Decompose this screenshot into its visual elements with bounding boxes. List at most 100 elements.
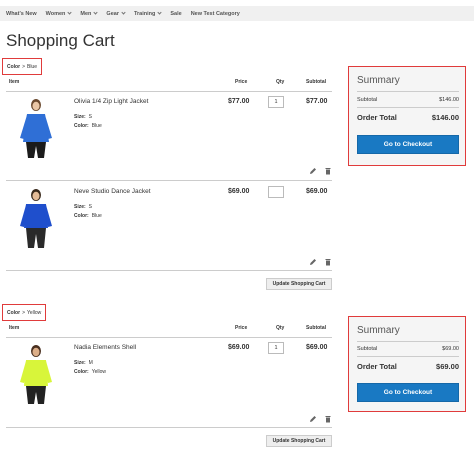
cart-item-row: Neve Studio Dance Jacket Size: S Color: Bl… bbox=[6, 184, 332, 268]
divider bbox=[357, 341, 459, 342]
column-subtotal: Subtotal bbox=[306, 325, 326, 331]
column-qty: Qty bbox=[276, 79, 285, 85]
quantity-input[interactable]: 1 bbox=[268, 342, 284, 354]
pencil-icon[interactable] bbox=[309, 415, 317, 423]
cart-item-row: Olivia 1/4 Zip Light Jacket Size: S Color… bbox=[6, 94, 332, 176]
option-label: Color: bbox=[74, 123, 89, 129]
nav-item-label: What's New bbox=[6, 10, 37, 17]
product-option-size: Size: S bbox=[74, 114, 92, 120]
nav-item-gear[interactable]: Gear bbox=[106, 10, 126, 17]
item-price: $69.00 bbox=[228, 344, 250, 351]
nav-item-label: Training bbox=[133, 10, 156, 17]
divider bbox=[6, 337, 332, 338]
nav-item-label: Men bbox=[80, 10, 92, 17]
product-name-link[interactable]: Neve Studio Dance Jacket bbox=[74, 188, 151, 195]
nav-item-label: Gear bbox=[106, 10, 119, 17]
order-total-value: $69.00 bbox=[436, 362, 459, 371]
item-price: $69.00 bbox=[228, 188, 250, 195]
column-item: Item bbox=[9, 325, 20, 331]
cart-table-header: Item Price Qty Subtotal bbox=[6, 76, 332, 88]
divider bbox=[6, 91, 332, 92]
group-filter-label: Color > Yellow bbox=[2, 304, 47, 321]
item-subtotal: $77.00 bbox=[306, 98, 328, 105]
nav-item-whats-new[interactable]: What's New bbox=[6, 11, 37, 17]
trash-icon[interactable] bbox=[324, 258, 332, 266]
item-price: $77.00 bbox=[228, 98, 250, 105]
divider bbox=[357, 91, 459, 92]
divider bbox=[6, 427, 332, 428]
column-subtotal: Subtotal bbox=[306, 79, 326, 85]
nav-item-label: Sale bbox=[170, 10, 182, 17]
summary-title: Summary bbox=[357, 325, 400, 336]
quantity-input[interactable]: 1 bbox=[268, 96, 284, 108]
order-total-label: Order Total bbox=[357, 113, 397, 122]
product-option-color: Color: Yellow bbox=[74, 369, 106, 375]
go-to-checkout-button[interactable]: Go to Checkout bbox=[357, 135, 459, 154]
option-label: Color: bbox=[74, 213, 89, 219]
product-image[interactable] bbox=[14, 188, 58, 250]
divider bbox=[6, 180, 332, 181]
option-label: Size: bbox=[74, 204, 86, 210]
order-total-label: Order Total bbox=[357, 362, 397, 371]
column-price: Price bbox=[235, 79, 248, 85]
nav-item-new-test-category[interactable]: New Test Category bbox=[191, 11, 240, 17]
option-value: Blue bbox=[91, 123, 102, 129]
order-summary: Summary Subtotal $146.00 Order Total $14… bbox=[348, 66, 466, 166]
trash-icon[interactable] bbox=[324, 415, 332, 423]
option-label: Size: bbox=[74, 360, 86, 366]
option-value: S bbox=[88, 204, 93, 210]
filter-value: Yellow bbox=[26, 309, 42, 316]
item-subtotal: $69.00 bbox=[306, 188, 328, 195]
top-nav: What's New Women Men Gear Training Sale … bbox=[0, 6, 474, 21]
order-total-value: $146.00 bbox=[431, 113, 459, 122]
product-option-color: Color: Blue bbox=[74, 213, 102, 219]
product-image[interactable] bbox=[14, 344, 58, 406]
pencil-icon[interactable] bbox=[309, 258, 317, 266]
chevron-down-icon bbox=[121, 10, 126, 15]
option-value: S bbox=[88, 114, 93, 120]
option-label: Color: bbox=[74, 369, 89, 375]
nav-item-sale[interactable]: Sale bbox=[170, 11, 181, 17]
update-shopping-cart-button[interactable]: Update Shopping Cart bbox=[266, 278, 332, 290]
chevron-down-icon bbox=[67, 10, 73, 15]
cart-table-header: Item Price Qty Subtotal bbox=[6, 322, 332, 334]
divider bbox=[357, 356, 459, 357]
subtotal-value: $69.00 bbox=[442, 346, 459, 352]
product-name-link[interactable]: Nadia Elements Shell bbox=[74, 344, 136, 351]
cart-group-blue: Color > Blue Item Price Qty Subtotal Oli… bbox=[0, 56, 474, 296]
filter-name: Color bbox=[7, 309, 21, 316]
order-summary: Summary Subtotal $69.00 Order Total $69.… bbox=[348, 316, 466, 412]
option-value: Yellow bbox=[91, 369, 107, 375]
product-name-link[interactable]: Olivia 1/4 Zip Light Jacket bbox=[74, 98, 148, 105]
filter-name: Color bbox=[7, 63, 21, 70]
product-option-size: Size: M bbox=[74, 360, 93, 366]
page-title: Shopping Cart bbox=[6, 31, 115, 50]
trash-icon[interactable] bbox=[324, 167, 332, 175]
option-label: Size: bbox=[74, 114, 86, 120]
product-option-size: Size: S bbox=[74, 204, 92, 210]
column-qty: Qty bbox=[276, 325, 285, 331]
summary-title: Summary bbox=[357, 75, 400, 86]
option-value: Blue bbox=[91, 213, 102, 219]
nav-item-label: Women bbox=[45, 10, 66, 17]
column-item: Item bbox=[9, 79, 20, 85]
group-filter-label: Color > Blue bbox=[2, 58, 42, 75]
subtotal-value: $146.00 bbox=[439, 97, 459, 103]
filter-value: Blue bbox=[26, 63, 37, 70]
subtotal-label: Subtotal bbox=[357, 97, 378, 103]
subtotal-label: Subtotal bbox=[357, 346, 378, 352]
cart-group-yellow: Color > Yellow Item Price Qty Subtotal N… bbox=[0, 302, 474, 458]
nav-item-men[interactable]: Men bbox=[80, 10, 99, 17]
item-subtotal: $69.00 bbox=[306, 344, 328, 351]
quantity-input[interactable] bbox=[268, 186, 284, 198]
product-option-color: Color: Blue bbox=[74, 123, 102, 129]
chevron-down-icon bbox=[157, 10, 162, 15]
update-shopping-cart-button[interactable]: Update Shopping Cart bbox=[266, 435, 332, 447]
go-to-checkout-button[interactable]: Go to Checkout bbox=[357, 383, 459, 402]
divider bbox=[6, 270, 332, 271]
nav-item-women[interactable]: Women bbox=[45, 10, 73, 17]
pencil-icon[interactable] bbox=[309, 167, 317, 175]
product-image[interactable] bbox=[14, 98, 58, 160]
nav-item-training[interactable]: Training bbox=[133, 10, 162, 17]
filter-separator: > bbox=[22, 309, 25, 316]
